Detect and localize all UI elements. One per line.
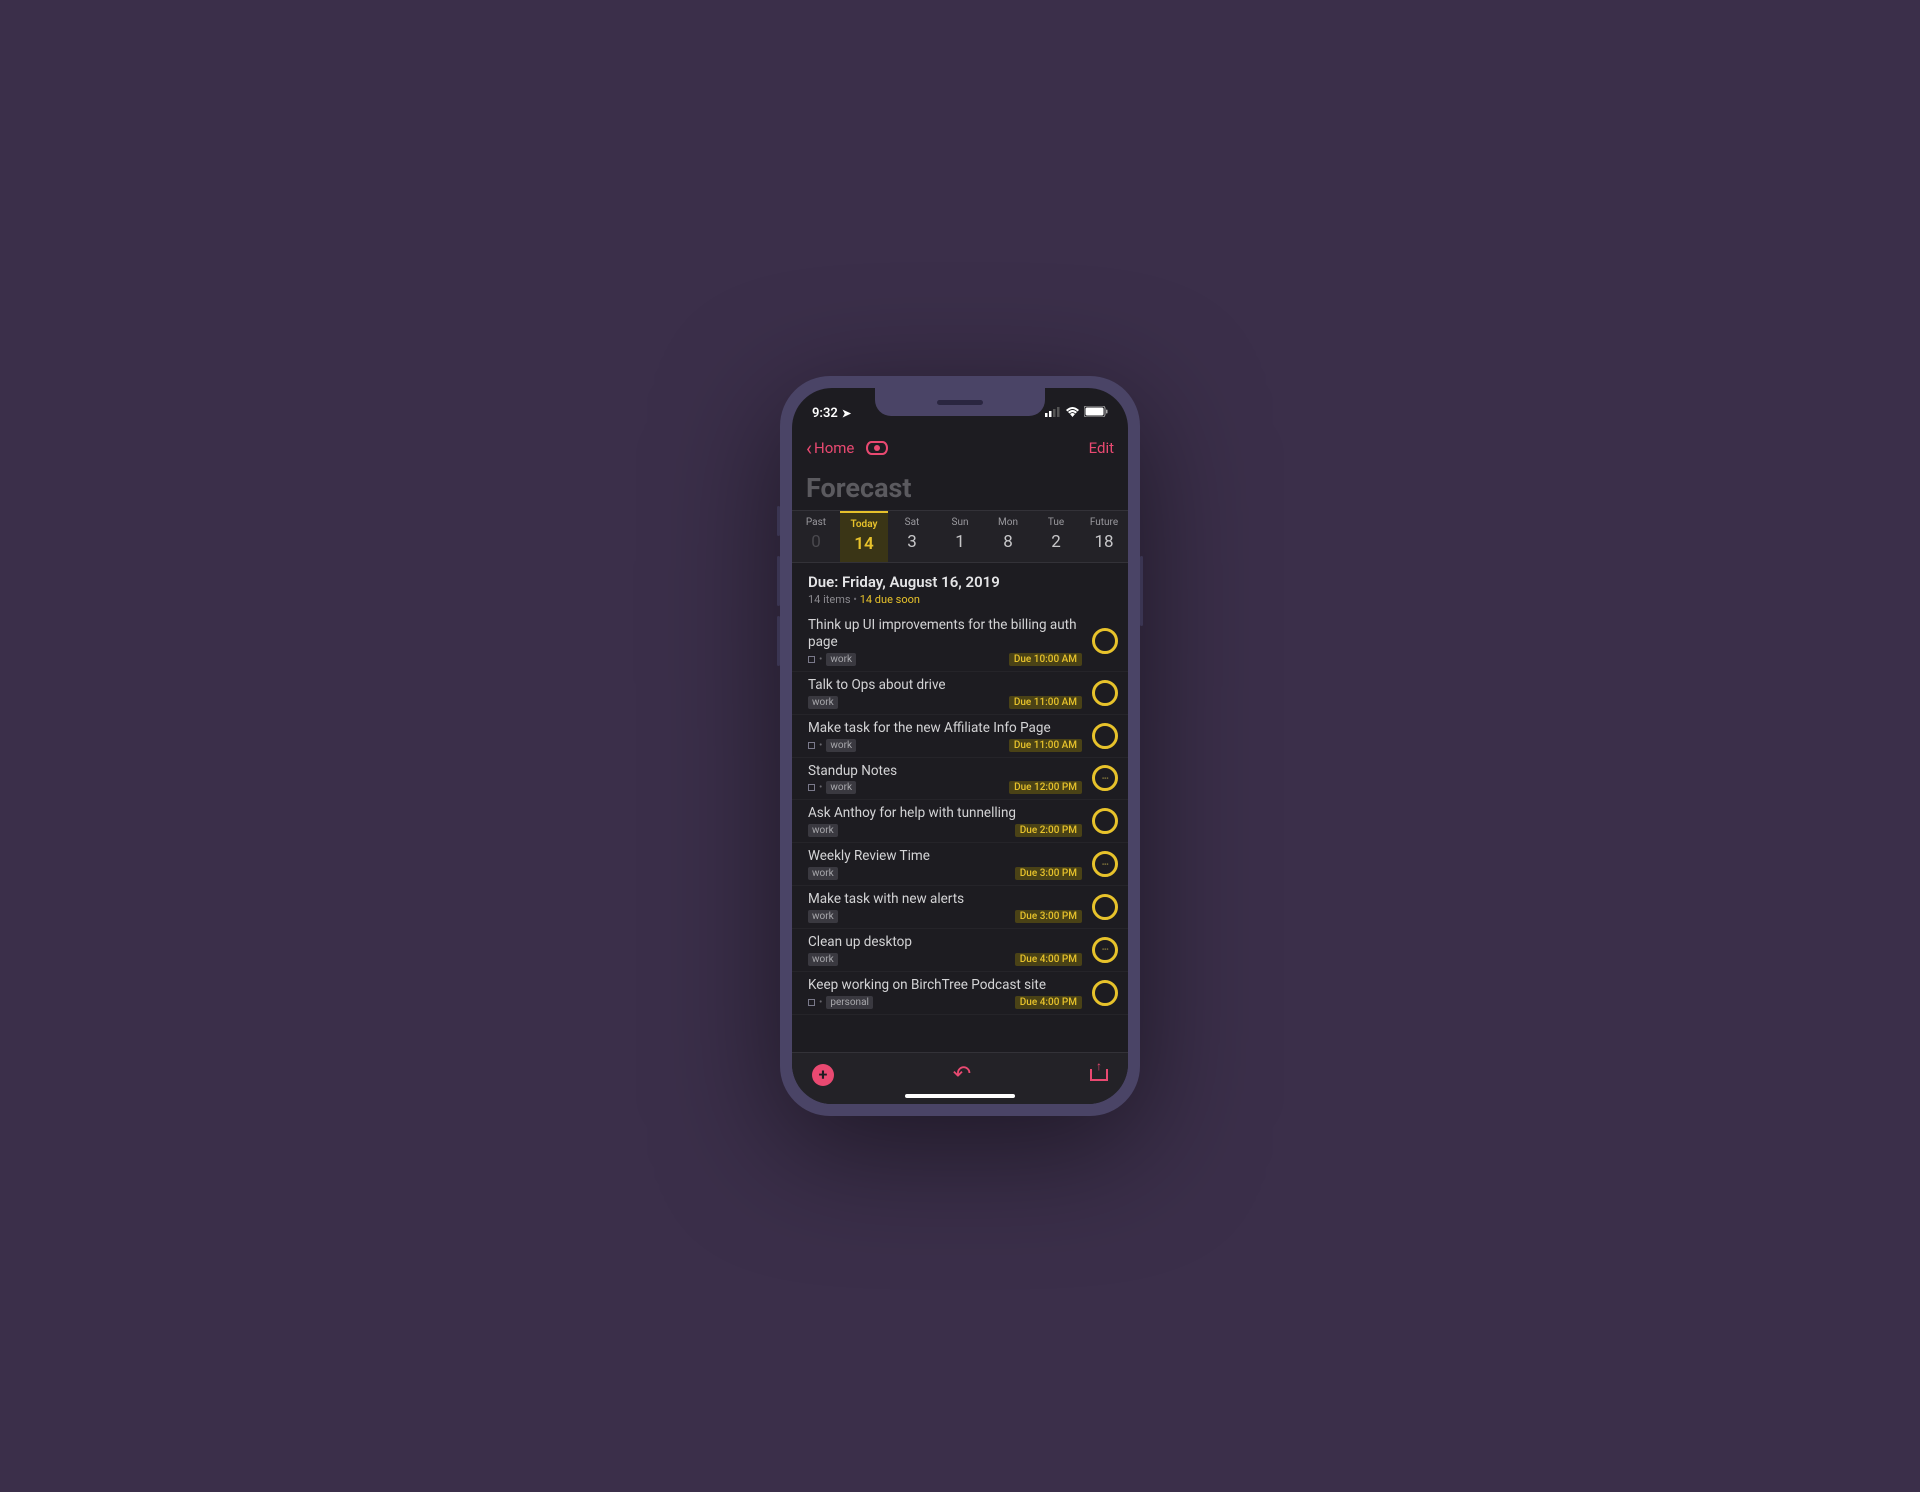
share-button[interactable]: ↑ [1090, 1069, 1108, 1081]
task-tag: work [826, 781, 856, 794]
task-tag: work [826, 653, 856, 666]
back-button[interactable]: ‹ Home [806, 438, 854, 458]
status-time: 9:32 [812, 406, 838, 421]
task-title: Clean up desktop [808, 934, 1082, 951]
edit-button[interactable]: Edit [1089, 439, 1114, 457]
task-tag: work [808, 953, 838, 966]
view-options-icon[interactable] [866, 441, 888, 455]
task-title: Talk to Ops about drive [808, 677, 1082, 694]
task-tag: work [808, 696, 838, 709]
complete-circle[interactable] [1092, 894, 1118, 920]
page-title: Forecast [792, 468, 1128, 510]
chevron-left-icon: ‹ [806, 438, 812, 458]
location-icon: ➤ [842, 407, 851, 420]
forecast-day-row: Past0Today14Sat3Sun1Mon8Tue2Future18 [792, 510, 1128, 563]
complete-circle[interactable] [1092, 980, 1118, 1006]
day-cell-mon[interactable]: Mon8 [984, 511, 1032, 562]
task-due-badge: Due 3:00 PM [1015, 867, 1082, 880]
task-row[interactable]: Keep working on BirchTree Podcast site•p… [792, 972, 1128, 1015]
complete-circle[interactable] [1092, 628, 1118, 654]
task-row[interactable]: Ask Anthoy for help with tunnelling work D… [792, 800, 1128, 843]
wifi-icon [1065, 406, 1080, 421]
task-tag: personal [826, 996, 873, 1009]
task-due-badge: Due 10:00 AM [1009, 653, 1082, 666]
task-title: Ask Anthoy for help with tunnelling [808, 805, 1082, 822]
task-row[interactable]: Make task with new alerts work Due 3:00 PM [792, 886, 1128, 929]
task-due-badge: Due 12:00 PM [1009, 781, 1082, 794]
home-indicator[interactable] [905, 1094, 1015, 1098]
task-tag: work [808, 910, 838, 923]
task-tag: work [808, 867, 838, 880]
task-due-badge: Due 11:00 AM [1009, 739, 1082, 752]
flag-icon [808, 742, 815, 749]
content-scroll[interactable]: Due: Friday, August 16, 2019 14 items • … [792, 563, 1128, 1052]
signal-icon [1045, 406, 1061, 421]
day-cell-past[interactable]: Past0 [792, 511, 840, 562]
task-title: Make task for the new Affiliate Info Pag… [808, 720, 1082, 737]
complete-circle[interactable] [1092, 723, 1118, 749]
back-label: Home [814, 439, 854, 457]
due-heading: Due: Friday, August 16, 2019 [808, 573, 1112, 591]
flag-icon [808, 784, 815, 791]
undo-button[interactable]: ↶ [953, 1062, 971, 1087]
due-items-count: 14 items [808, 593, 851, 606]
task-due-badge: Due 2:00 PM [1015, 824, 1082, 837]
task-tag: work [808, 824, 838, 837]
task-due-badge: Due 11:00 AM [1009, 696, 1082, 709]
complete-circle[interactable] [1092, 851, 1118, 877]
task-due-badge: Due 4:00 PM [1015, 953, 1082, 966]
task-title: Think up UI improvements for the billing… [808, 617, 1082, 651]
task-title: Keep working on BirchTree Podcast site [808, 977, 1082, 994]
battery-icon [1084, 406, 1108, 421]
task-title: Make task with new alerts [808, 891, 1082, 908]
day-cell-sat[interactable]: Sat3 [888, 511, 936, 562]
task-row[interactable]: Make task for the new Affiliate Info Pag… [792, 715, 1128, 758]
complete-circle[interactable] [1092, 937, 1118, 963]
task-due-badge: Due 3:00 PM [1015, 910, 1082, 923]
task-due-badge: Due 4:00 PM [1015, 996, 1082, 1009]
due-soon-count: 14 due soon [860, 593, 920, 606]
task-row[interactable]: Think up UI improvements for the billing… [792, 612, 1128, 672]
task-row[interactable]: Weekly Review Time work Due 3:00 PM [792, 843, 1128, 886]
task-tag: work [826, 739, 856, 752]
flag-icon [808, 656, 815, 663]
task-row[interactable]: Clean up desktop work Due 4:00 PM [792, 929, 1128, 972]
day-cell-tue[interactable]: Tue2 [1032, 511, 1080, 562]
task-title: Standup Notes [808, 763, 1082, 780]
day-cell-sun[interactable]: Sun1 [936, 511, 984, 562]
due-header: Due: Friday, August 16, 2019 14 items • … [792, 563, 1128, 612]
flag-icon [808, 999, 815, 1006]
task-row[interactable]: Standup Notes•workDue 12:00 PM [792, 758, 1128, 801]
task-list: Think up UI improvements for the billing… [792, 612, 1128, 1015]
phone-frame: 9:32 ➤ ‹ Home [780, 376, 1140, 1116]
complete-circle[interactable] [1092, 680, 1118, 706]
nav-bar: ‹ Home Edit [792, 428, 1128, 468]
complete-circle[interactable] [1092, 808, 1118, 834]
task-title: Weekly Review Time [808, 848, 1082, 865]
notch [875, 388, 1045, 416]
day-cell-future[interactable]: Future18 [1080, 511, 1128, 562]
day-cell-today[interactable]: Today14 [840, 511, 888, 562]
screen: 9:32 ➤ ‹ Home [792, 388, 1128, 1104]
complete-circle[interactable] [1092, 765, 1118, 791]
add-button[interactable]: + [812, 1064, 834, 1086]
task-row[interactable]: Talk to Ops about drive work Due 11:00 AM [792, 672, 1128, 715]
